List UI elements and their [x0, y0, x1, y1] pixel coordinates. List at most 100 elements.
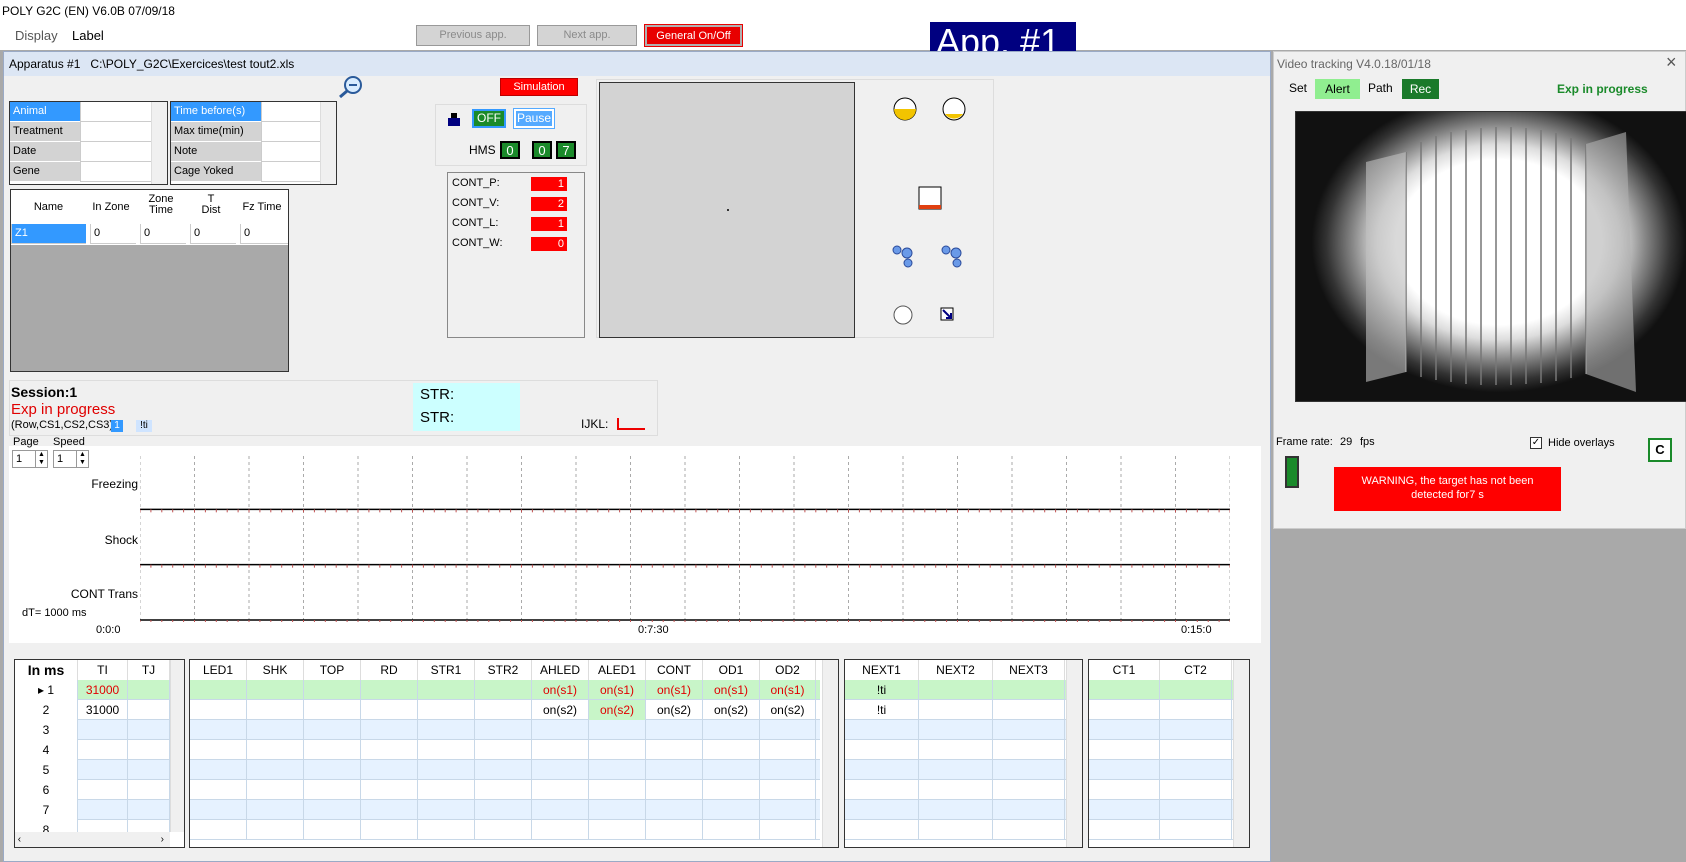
cell-aled1[interactable] [589, 780, 646, 800]
cell-ct1[interactable] [1089, 700, 1160, 720]
tj-cell[interactable] [128, 680, 170, 700]
zone-name-cell[interactable]: Z1 [11, 224, 86, 244]
cell-ct1[interactable] [1089, 780, 1160, 800]
cell-next3[interactable] [993, 680, 1065, 700]
cell-next3[interactable] [993, 720, 1065, 740]
table-row[interactable]: !ti [845, 700, 1066, 720]
tj-cell[interactable] [128, 780, 170, 800]
cell-str2[interactable] [475, 760, 532, 780]
cell-str2[interactable] [475, 780, 532, 800]
cell-shk[interactable] [247, 720, 304, 740]
table-row[interactable] [190, 780, 820, 800]
animal-field[interactable] [80, 102, 151, 122]
tj-cell[interactable] [128, 720, 170, 740]
cell-next3[interactable] [993, 820, 1065, 840]
cell-led1[interactable] [190, 680, 247, 700]
cell-aled1[interactable] [589, 820, 646, 840]
cell-str1[interactable] [418, 800, 475, 820]
cell-ct1[interactable] [1089, 820, 1160, 840]
cell-cont[interactable] [646, 820, 703, 840]
video-tab-rec[interactable]: Rec [1402, 79, 1439, 99]
ct-vscroll[interactable] [1233, 660, 1249, 847]
ti-cell[interactable] [78, 720, 128, 740]
column-header-led1[interactable]: LED1 [190, 660, 247, 680]
info-right-scrollbar[interactable] [320, 102, 336, 184]
simulation-button[interactable]: Simulation [500, 78, 578, 96]
cell-rd[interactable] [361, 740, 418, 760]
table-row[interactable] [845, 720, 1066, 740]
cell-str2[interactable] [475, 700, 532, 720]
menu-label[interactable]: Label [72, 28, 104, 43]
ti-cell[interactable]: 31000 [78, 700, 128, 720]
cell-str2[interactable] [475, 820, 532, 840]
video-tab-path[interactable]: Path [1368, 81, 1393, 95]
column-header-next1[interactable]: NEXT1 [845, 660, 919, 680]
cell-ct2[interactable] [1160, 740, 1232, 760]
cell-led1[interactable] [190, 800, 247, 820]
cell-next2[interactable] [919, 820, 993, 840]
table-row[interactable] [845, 740, 1066, 760]
cell-str1[interactable] [418, 700, 475, 720]
table-row[interactable] [1089, 760, 1233, 780]
cell-ahled[interactable]: on(s2) [532, 700, 589, 720]
column-header-od1[interactable]: OD1 [703, 660, 760, 680]
cell-ahled[interactable] [532, 760, 589, 780]
outputs-vscroll[interactable] [822, 660, 838, 847]
table-row[interactable]: 6 [15, 780, 170, 800]
zone-in-zone-cell[interactable]: 0 [90, 224, 136, 244]
cell-od1[interactable]: on(s2) [703, 700, 760, 720]
table-row[interactable]: 4 [15, 740, 170, 760]
timing-vscroll[interactable] [170, 660, 184, 832]
cell-str1[interactable] [418, 760, 475, 780]
cell-next1[interactable]: !ti [845, 680, 919, 700]
max-time-field[interactable] [261, 122, 320, 142]
cell-cont[interactable] [646, 720, 703, 740]
cell-next1[interactable] [845, 740, 919, 760]
cell-od2[interactable] [760, 760, 816, 780]
cell-cont[interactable] [646, 780, 703, 800]
cell-led1[interactable] [190, 740, 247, 760]
cell-rd[interactable] [361, 780, 418, 800]
table-row[interactable]: on(s1) on(s1) on(s1) on(s1) on(s1) [190, 680, 820, 700]
menu-display[interactable]: Display [15, 28, 58, 43]
table-row[interactable] [845, 820, 1066, 840]
cell-next1[interactable] [845, 780, 919, 800]
cell-od1[interactable]: on(s1) [703, 680, 760, 700]
column-header-rd[interactable]: RD [361, 660, 418, 680]
cell-shk[interactable] [247, 680, 304, 700]
cell-rd[interactable] [361, 760, 418, 780]
treatment-field[interactable] [80, 122, 151, 142]
cell-top[interactable] [304, 680, 361, 700]
column-header-str1[interactable]: STR1 [418, 660, 475, 680]
cell-rd[interactable] [361, 720, 418, 740]
cell-ct2[interactable] [1160, 720, 1232, 740]
column-header-aled1[interactable]: ALED1 [589, 660, 646, 680]
cell-ahled[interactable] [532, 720, 589, 740]
cell-next1[interactable] [845, 720, 919, 740]
page-stepper-arrows[interactable]: ▲ ▼ [35, 451, 47, 467]
column-header-ct2[interactable]: CT2 [1160, 660, 1232, 680]
cell-next2[interactable] [919, 800, 993, 820]
cell-rd[interactable] [361, 680, 418, 700]
cell-str1[interactable] [418, 820, 475, 840]
gene-field[interactable] [80, 162, 151, 182]
cell-shk[interactable] [247, 760, 304, 780]
table-row[interactable] [190, 720, 820, 740]
info-left-scrollbar[interactable] [151, 102, 167, 184]
off-button[interactable]: OFF [472, 109, 506, 128]
table-row[interactable] [845, 780, 1066, 800]
cell-ahled[interactable] [532, 800, 589, 820]
cell-str1[interactable] [418, 740, 475, 760]
cell-aled1[interactable]: on(s1) [589, 680, 646, 700]
cell-led1[interactable] [190, 720, 247, 740]
cell-top[interactable] [304, 780, 361, 800]
cell-od1[interactable] [703, 740, 760, 760]
cell-next2[interactable] [919, 780, 993, 800]
tj-cell[interactable] [128, 700, 170, 720]
cell-next3[interactable] [993, 700, 1065, 720]
cell-shk[interactable] [247, 800, 304, 820]
next-app-button[interactable]: Next app. [537, 25, 637, 46]
cell-next1[interactable] [845, 820, 919, 840]
date-field[interactable] [80, 142, 151, 162]
cell-top[interactable] [304, 700, 361, 720]
